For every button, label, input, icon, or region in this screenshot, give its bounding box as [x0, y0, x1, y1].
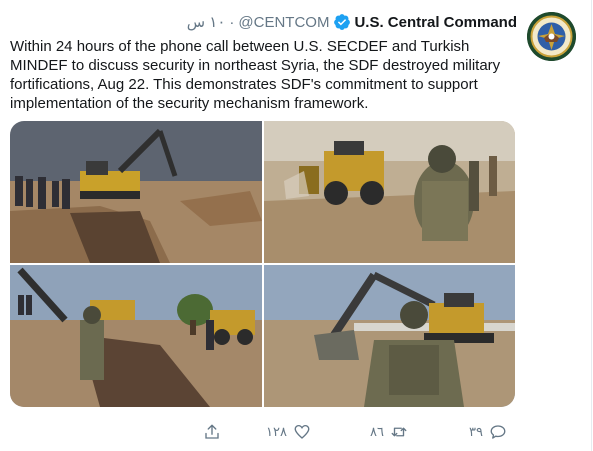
separator: ·	[229, 13, 235, 31]
tweet-header: ١٠ س · @CENTCOM U.S. Central Command	[187, 12, 517, 32]
share-button[interactable]	[203, 420, 221, 444]
avatar[interactable]	[527, 12, 576, 61]
user-handle[interactable]: @CENTCOM	[238, 14, 329, 31]
photo-bulldozer-soldier	[264, 121, 515, 263]
photo-excavator-trench	[10, 121, 262, 263]
retweet-icon	[391, 427, 407, 437]
heart-icon	[294, 424, 310, 439]
action-bar: ١٢٨ ٨٦ ٣٩	[0, 420, 593, 444]
reply-icon	[490, 425, 506, 439]
like-count: ١٢٨	[266, 424, 287, 439]
display-name[interactable]: U.S. Central Command	[354, 14, 517, 31]
verified-badge-icon	[333, 13, 351, 31]
tweet-time[interactable]: ١٠ س	[187, 13, 226, 31]
photo-3[interactable]	[10, 265, 262, 407]
reply-button[interactable]: ٣٩	[469, 420, 507, 444]
reply-count: ٣٩	[469, 424, 483, 439]
share-icon	[205, 424, 219, 439]
photo-4[interactable]	[264, 265, 515, 407]
photo-1[interactable]	[10, 121, 262, 263]
media-grid	[10, 121, 515, 407]
photo-excavator-trench-soldier	[10, 265, 262, 407]
photo-excavator-soldier-back	[264, 265, 515, 407]
photo-2[interactable]	[264, 121, 515, 263]
centcom-seal-icon	[527, 12, 576, 61]
tweet[interactable]: ١٠ س · @CENTCOM U.S. Central Command Wit…	[0, 0, 593, 451]
retweet-button[interactable]: ٨٦	[370, 420, 408, 444]
retweet-count: ٨٦	[370, 424, 384, 439]
like-button[interactable]: ١٢٨	[266, 420, 311, 444]
tweet-text: Within 24 hours of the phone call betwee…	[10, 38, 501, 112]
